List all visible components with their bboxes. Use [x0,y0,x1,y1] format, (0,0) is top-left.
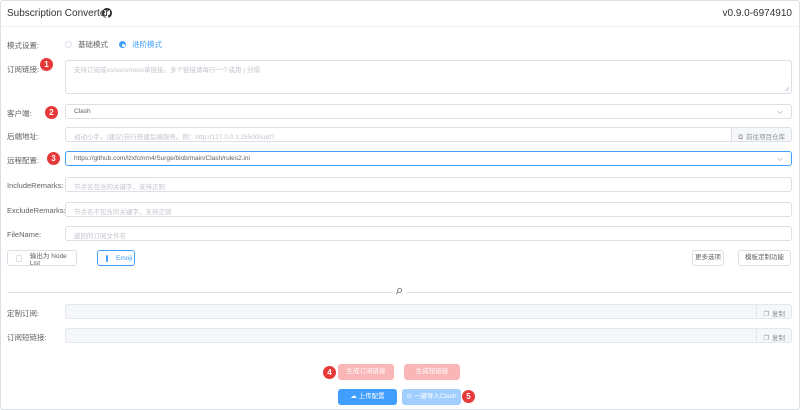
link-icon: ⧉ [738,134,743,141]
remote-config-label: 远程配置: [7,156,40,165]
import-clash-button[interactable]: ⊙ 一键导入Clash [402,389,461,405]
client-select[interactable]: Clash [65,104,792,119]
step-badge-2: 2 [45,106,58,119]
step-badge-3: 3 [47,152,60,165]
filename-label: FileName: [7,230,42,239]
copy-custom-sub-button[interactable]: ❐ 复制 [756,305,791,318]
connection-icon: ⊙ [406,393,412,400]
client-value: Clash [74,108,91,115]
radio-advanced-mode[interactable]: 进阶模式 [119,39,162,50]
remote-config-value: https://github.com/lzxfcmm4/Surge/blob/m… [74,155,250,162]
filename-input[interactable]: 返回的订阅文件名 [65,226,792,241]
radio-dot [119,41,126,48]
chevron-down-icon [777,157,783,162]
custom-sub-output[interactable]: ❐ 复制 [65,304,792,319]
copy-short-link-button[interactable]: ❐ 复制 [756,329,791,342]
upload-config-button[interactable]: ☁ 上传配置 [338,389,397,405]
filename-placeholder: 返回的订阅文件名 [74,233,126,240]
exclude-remarks-placeholder: 节点名不包含的关键字，支持正则 [74,209,172,216]
backend-input[interactable]: 动动小手，(建议)自行搭建后端服务。例：http://127.0.0.1:255… [65,127,792,142]
client-label: 客户端: [7,109,32,118]
divider-icon-wrap [392,287,406,297]
generate-sub-button[interactable]: 生成订阅链接 [338,364,394,380]
checkbox-box [16,254,22,262]
radio-basic-mode[interactable]: 基础模式 [65,39,108,50]
include-remarks-placeholder: 节点名包含的关键字，支持正则 [74,184,165,191]
import-clash-label: 一键导入Clash [413,393,457,400]
goto-repo-button[interactable]: ⧉ 前往项目仓库 [731,128,791,141]
cloud-upload-icon: ☁ [350,393,357,400]
subscription-label: 订阅链接: [7,65,40,74]
exclude-remarks-label: ExcludeRemarks: [7,206,66,215]
step-badge-1: 1 [40,58,53,71]
backend-placeholder: 动动小手，(建议)自行搭建后端服务。例：http://127.0.0.1:255… [74,134,275,141]
copy-icon: ❐ [763,311,769,318]
goto-repo-label: 前往项目仓库 [746,134,785,141]
short-link-label: 订阅短链接: [7,333,47,342]
include-remarks-label: IncludeRemarks: [7,181,64,190]
github-icon[interactable] [102,8,112,18]
step-badge-4: 4 [323,366,336,379]
copy-icon: ❐ [763,335,769,342]
emoji-label: Emoji [116,254,133,262]
backend-label: 后端地址: [7,132,40,141]
more-options-button[interactable]: 更多选项 [692,250,724,266]
radio-dot [65,41,72,48]
exclude-remarks-input[interactable]: 节点名不包含的关键字，支持正则 [65,202,792,217]
chevron-down-icon [777,110,783,115]
subscription-placeholder: 支持订阅或ss/ssr/vmess单链接。多个链接请每行一个或用 | 分隔 [74,67,260,74]
step-badge-5: 5 [462,390,475,403]
upload-config-label: 上传配置 [358,393,385,400]
short-link-output[interactable]: ❐ 复制 [65,328,792,343]
magic-wand-icon [395,288,402,295]
copy-label: 复制 [772,335,785,342]
header: Subscription Converter v0.9.0-6974910 [0,0,800,27]
radio-label: 进阶模式 [132,40,162,49]
resize-handle-icon[interactable] [784,86,790,92]
version-label: v0.9.0-6974910 [722,8,792,19]
radio-label: 基础模式 [78,40,108,49]
emoji-checkbox[interactable]: Emoji [97,250,135,266]
app-title: Subscription Converter [7,8,109,19]
remote-config-select[interactable]: https://github.com/lzxfcmm4/Surge/blob/m… [65,151,792,166]
subscription-textarea[interactable]: 支持订阅或ss/ssr/vmess单链接。多个链接请每行一个或用 | 分隔 [65,60,792,94]
mode-label: 模式设置: [7,41,40,50]
node-list-checkbox[interactable]: 输出为 Node List [7,250,77,267]
node-list-label: 输出为 Node List [29,252,67,267]
include-remarks-input[interactable]: 节点名包含的关键字，支持正则 [65,177,792,192]
custom-sub-label: 定制订阅: [7,309,40,318]
template-custom-button[interactable]: 模板定制功能 [738,250,791,266]
generate-short-button[interactable]: 生成短链接 [404,364,460,380]
copy-label: 复制 [772,311,785,318]
checkbox-box [106,254,108,262]
